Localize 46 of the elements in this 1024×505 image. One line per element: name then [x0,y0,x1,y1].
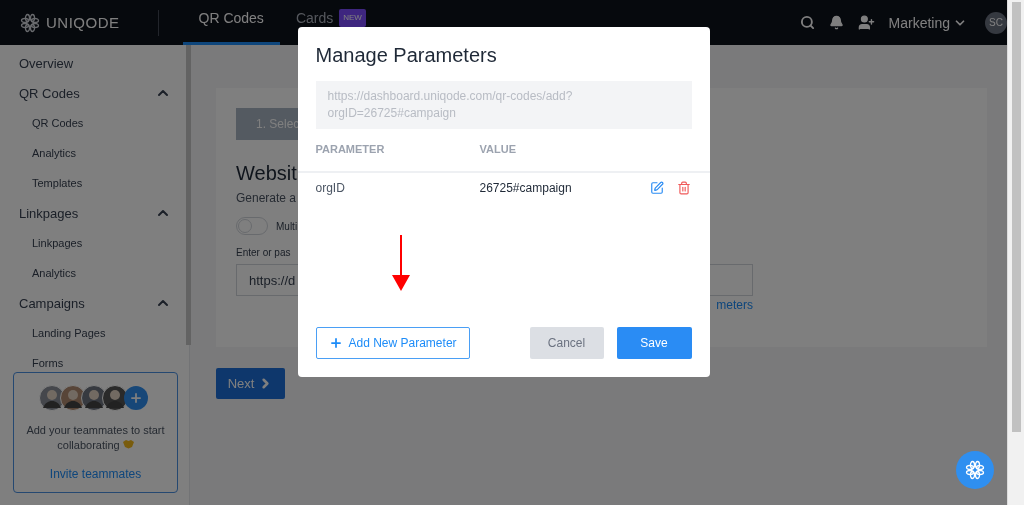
logo-icon [20,12,40,33]
avatar [101,385,128,411]
sidebar-scrollbar[interactable] [186,45,191,345]
sidebar-subitem[interactable]: Landing Pages [0,318,189,348]
sidebar-subitem[interactable]: Analytics [0,138,189,168]
annotation-arrow [391,235,410,291]
nav-tab[interactable]: Cards NEW [279,0,382,45]
sidebar-item[interactable]: Campaigns [0,288,189,318]
dialog-title: Manage Parameters [315,44,498,67]
sidebar-item[interactable]: Overview [0,48,189,78]
sidebar-subitem[interactable]: Analytics [0,258,189,288]
plus-icon [128,391,143,405]
field-label: Enter or pas [236,247,292,258]
edit-icon[interactable] [649,181,664,195]
add-parameter-button[interactable]: Add New Parameter [315,327,470,359]
add-teammate-button[interactable] [123,386,148,410]
cancel-button[interactable]: Cancel [529,327,604,359]
account-menu[interactable]: Marketing [888,14,967,31]
sidebar-subitem[interactable]: QR Codes [0,108,189,138]
sidebar-subitem[interactable]: Forms [0,348,189,372]
sidebar-subitem[interactable]: Templates [0,168,189,198]
trash-icon[interactable] [676,181,691,195]
sidebar-item[interactable]: QR Codes [0,78,189,108]
flower-icon [965,460,985,480]
next-button[interactable]: Next [216,368,285,399]
scrollbar[interactable] [1007,0,1024,505]
invite-text: Add your teammates to start collaborating [25,423,166,453]
save-button[interactable]: Save [616,327,692,359]
sidebar-item[interactable]: Linkpages [0,198,189,228]
column-header: VALUE [479,143,517,155]
column-header: PARAMETER [315,143,386,155]
sidebar-subitem[interactable]: Linkpages [0,228,189,258]
plus-icon [328,336,343,350]
page-subheading: Generate a [236,191,298,205]
parameters-link[interactable]: meters [716,298,753,312]
toggle-label: Multi [276,220,298,232]
bell-icon[interactable] [828,15,844,30]
table-cell-text: 26725#campaign [479,181,573,195]
table-cell-text: orgID [315,181,346,195]
search-icon[interactable] [799,15,815,30]
new-badge: NEW [339,9,366,27]
logo-text: UNIQODE [46,14,120,31]
page-heading: Websit [236,162,298,185]
invite-link[interactable]: Invite teammates [49,467,142,481]
user-avatar[interactable]: SC [985,11,1007,34]
add-user-icon[interactable] [857,14,875,31]
